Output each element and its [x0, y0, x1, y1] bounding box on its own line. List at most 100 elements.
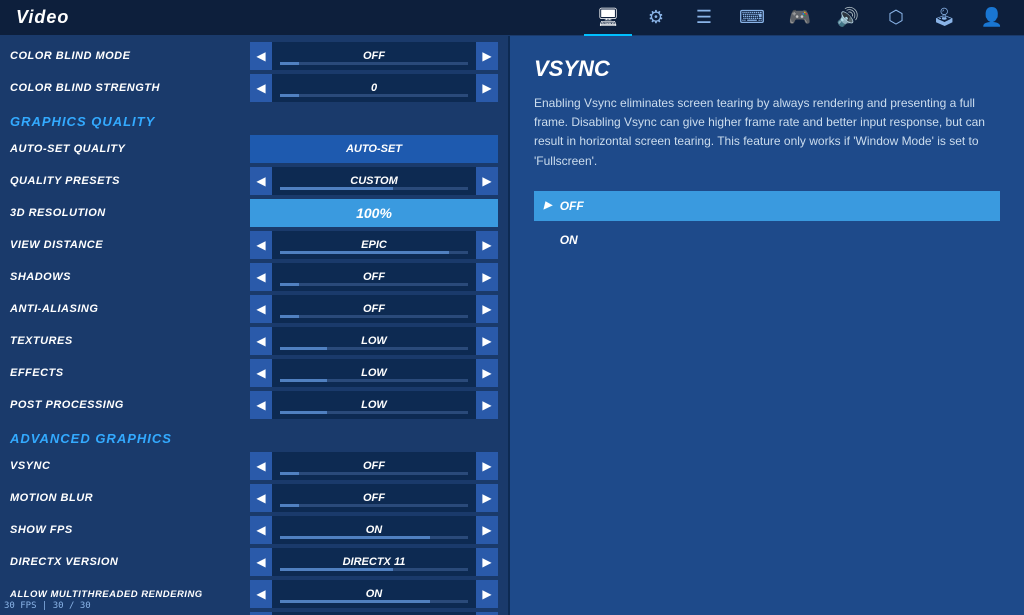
- slider-effects: ◀ LOW ▶: [250, 359, 498, 387]
- value-motion-blur: OFF: [272, 484, 476, 512]
- label-multithreaded: ALLOW MULTITHREADED RENDERING: [10, 589, 250, 600]
- tab-monitor[interactable]: 🖥: [584, 0, 632, 36]
- slider-3d-resolution: 100%: [250, 199, 498, 227]
- slider-textures: ◀ LOW ▶: [250, 327, 498, 355]
- arrow-left-color-blind-mode[interactable]: ◀: [250, 42, 272, 70]
- option-off[interactable]: ▶ OFF: [534, 191, 1000, 221]
- label-color-blind-strength: COLOR BLIND STRENGTH: [10, 82, 250, 94]
- setting-row-textures: TEXTURES ◀ LOW ▶: [0, 325, 508, 357]
- bullet-off-icon: ▶: [544, 200, 552, 211]
- fps-counter: 30 FPS | 30 / 30: [4, 601, 91, 611]
- setting-row-directx-version: DIRECTX VERSION ◀ DIRECTX 11 ▶: [0, 546, 508, 578]
- arrow-left-vsync[interactable]: ◀: [250, 452, 272, 480]
- value-text-post-processing: LOW: [361, 399, 387, 411]
- label-shadows: SHADOWS: [10, 271, 250, 283]
- title-bar: Video 🖥 ⚙ ☰ ⌨ 🎮 🔊 ⬡ 🕹 👤: [0, 0, 1024, 36]
- arrow-right-post-processing[interactable]: ▶: [476, 391, 498, 419]
- main-content: COLOR BLIND MODE ◀ OFF ▶ COLOR BLIND STR…: [0, 36, 1024, 615]
- value-text-directx-version: DIRECTX 11: [343, 556, 406, 568]
- value-text-view-distance: EPIC: [361, 239, 387, 251]
- tab-controller2[interactable]: 🕹: [920, 0, 968, 36]
- setting-row-auto-set-quality: AUTO-SET QUALITY AUTO-SET: [0, 133, 508, 165]
- arrow-left-shadows[interactable]: ◀: [250, 263, 272, 291]
- tab-list[interactable]: ☰: [680, 0, 728, 36]
- label-textures: TEXTURES: [10, 335, 250, 347]
- tab-gamepad[interactable]: 🎮: [776, 0, 824, 36]
- option-on-label: ON: [560, 233, 578, 247]
- label-effects: EFFECTS: [10, 367, 250, 379]
- value-vsync: OFF: [272, 452, 476, 480]
- arrow-right-view-distance[interactable]: ▶: [476, 231, 498, 259]
- slider-color-blind-mode: ◀ OFF ▶: [250, 42, 498, 70]
- slider-shadows: ◀ OFF ▶: [250, 263, 498, 291]
- value-effects: LOW: [272, 359, 476, 387]
- label-show-fps: SHOW FPS: [10, 524, 250, 536]
- value-anti-aliasing: OFF: [272, 295, 476, 323]
- tab-gear[interactable]: ⚙: [632, 0, 680, 36]
- arrow-left-effects[interactable]: ◀: [250, 359, 272, 387]
- arrow-right-motion-blur[interactable]: ▶: [476, 484, 498, 512]
- arrow-right-anti-aliasing[interactable]: ▶: [476, 295, 498, 323]
- slider-motion-blur: ◀ OFF ▶: [250, 484, 498, 512]
- arrow-left-view-distance[interactable]: ◀: [250, 231, 272, 259]
- option-on[interactable]: ▶ ON: [534, 225, 1000, 255]
- value-text-textures: LOW: [361, 335, 387, 347]
- setting-row-anti-aliasing: ANTI-ALIASING ◀ OFF ▶: [0, 293, 508, 325]
- value-text-shadows: OFF: [363, 271, 385, 283]
- arrow-left-motion-blur[interactable]: ◀: [250, 484, 272, 512]
- value-text-vsync: OFF: [363, 460, 385, 472]
- value-post-processing: LOW: [272, 391, 476, 419]
- slider-color-blind-strength: ◀ 0 ▶: [250, 74, 498, 102]
- arrow-right-textures[interactable]: ▶: [476, 327, 498, 355]
- tab-network[interactable]: ⬡: [872, 0, 920, 36]
- arrow-right-effects[interactable]: ▶: [476, 359, 498, 387]
- arrow-right-multithreaded[interactable]: ▶: [476, 580, 498, 608]
- arrow-right-quality-presets[interactable]: ▶: [476, 167, 498, 195]
- label-3d-resolution: 3D RESOLUTION: [10, 207, 250, 219]
- arrow-right-color-blind-strength[interactable]: ▶: [476, 74, 498, 102]
- arrow-left-multithreaded[interactable]: ◀: [250, 580, 272, 608]
- tab-user[interactable]: 👤: [968, 0, 1016, 36]
- arrow-left-quality-presets[interactable]: ◀: [250, 167, 272, 195]
- arrow-left-post-processing[interactable]: ◀: [250, 391, 272, 419]
- value-multithreaded: ON: [272, 580, 476, 608]
- tab-keyboard[interactable]: ⌨: [728, 0, 776, 36]
- label-view-distance: VIEW DISTANCE: [10, 239, 250, 251]
- slider-anti-aliasing: ◀ OFF ▶: [250, 295, 498, 323]
- nav-tabs: 🖥 ⚙ ☰ ⌨ 🎮 🔊 ⬡ 🕹 👤: [584, 0, 1024, 36]
- arrow-left-color-blind-strength[interactable]: ◀: [250, 74, 272, 102]
- label-quality-presets: QUALITY PRESETS: [10, 175, 250, 187]
- page-title: Video: [16, 7, 69, 28]
- arrow-left-show-fps[interactable]: ◀: [250, 516, 272, 544]
- setting-row-shadows: SHADOWS ◀ OFF ▶: [0, 261, 508, 293]
- setting-row-view-distance: VIEW DISTANCE ◀ EPIC ▶: [0, 229, 508, 261]
- tab-speaker[interactable]: 🔊: [824, 0, 872, 36]
- setting-row-color-blind-mode: COLOR BLIND MODE ◀ OFF ▶: [0, 40, 508, 72]
- arrow-left-textures[interactable]: ◀: [250, 327, 272, 355]
- value-textures: LOW: [272, 327, 476, 355]
- setting-row-vsync: VSYNC ◀ OFF ▶: [0, 450, 508, 482]
- setting-row-quality-presets: QUALITY PRESETS ◀ CUSTOM ▶: [0, 165, 508, 197]
- value-view-distance: EPIC: [272, 231, 476, 259]
- label-auto-set-quality: AUTO-SET QUALITY: [10, 143, 250, 155]
- arrow-right-color-blind-mode[interactable]: ▶: [476, 42, 498, 70]
- arrow-right-show-fps[interactable]: ▶: [476, 516, 498, 544]
- right-panel-desc: Enabling Vsync eliminates screen tearing…: [534, 94, 1000, 171]
- right-panel: VSYNC Enabling Vsync eliminates screen t…: [510, 36, 1024, 615]
- arrow-left-directx-version[interactable]: ◀: [250, 548, 272, 576]
- slider-show-fps: ◀ ON ▶: [250, 516, 498, 544]
- section-header-advanced-graphics: ADVANCED GRAPHICS: [0, 421, 508, 450]
- value-3d-resolution: 100%: [250, 199, 498, 227]
- arrow-right-vsync[interactable]: ▶: [476, 452, 498, 480]
- setting-row-effects: EFFECTS ◀ LOW ▶: [0, 357, 508, 389]
- value-text-color-blind-mode: OFF: [363, 50, 385, 62]
- arrow-left-anti-aliasing[interactable]: ◀: [250, 295, 272, 323]
- setting-row-3d-resolution: 3D RESOLUTION 100%: [0, 197, 508, 229]
- value-text-motion-blur: OFF: [363, 492, 385, 504]
- arrow-right-directx-version[interactable]: ▶: [476, 548, 498, 576]
- value-quality-presets: CUSTOM: [272, 167, 476, 195]
- slider-quality-presets: ◀ CUSTOM ▶: [250, 167, 498, 195]
- label-vsync: VSYNC: [10, 460, 250, 472]
- arrow-right-shadows[interactable]: ▶: [476, 263, 498, 291]
- auto-set-button[interactable]: AUTO-SET: [250, 135, 498, 163]
